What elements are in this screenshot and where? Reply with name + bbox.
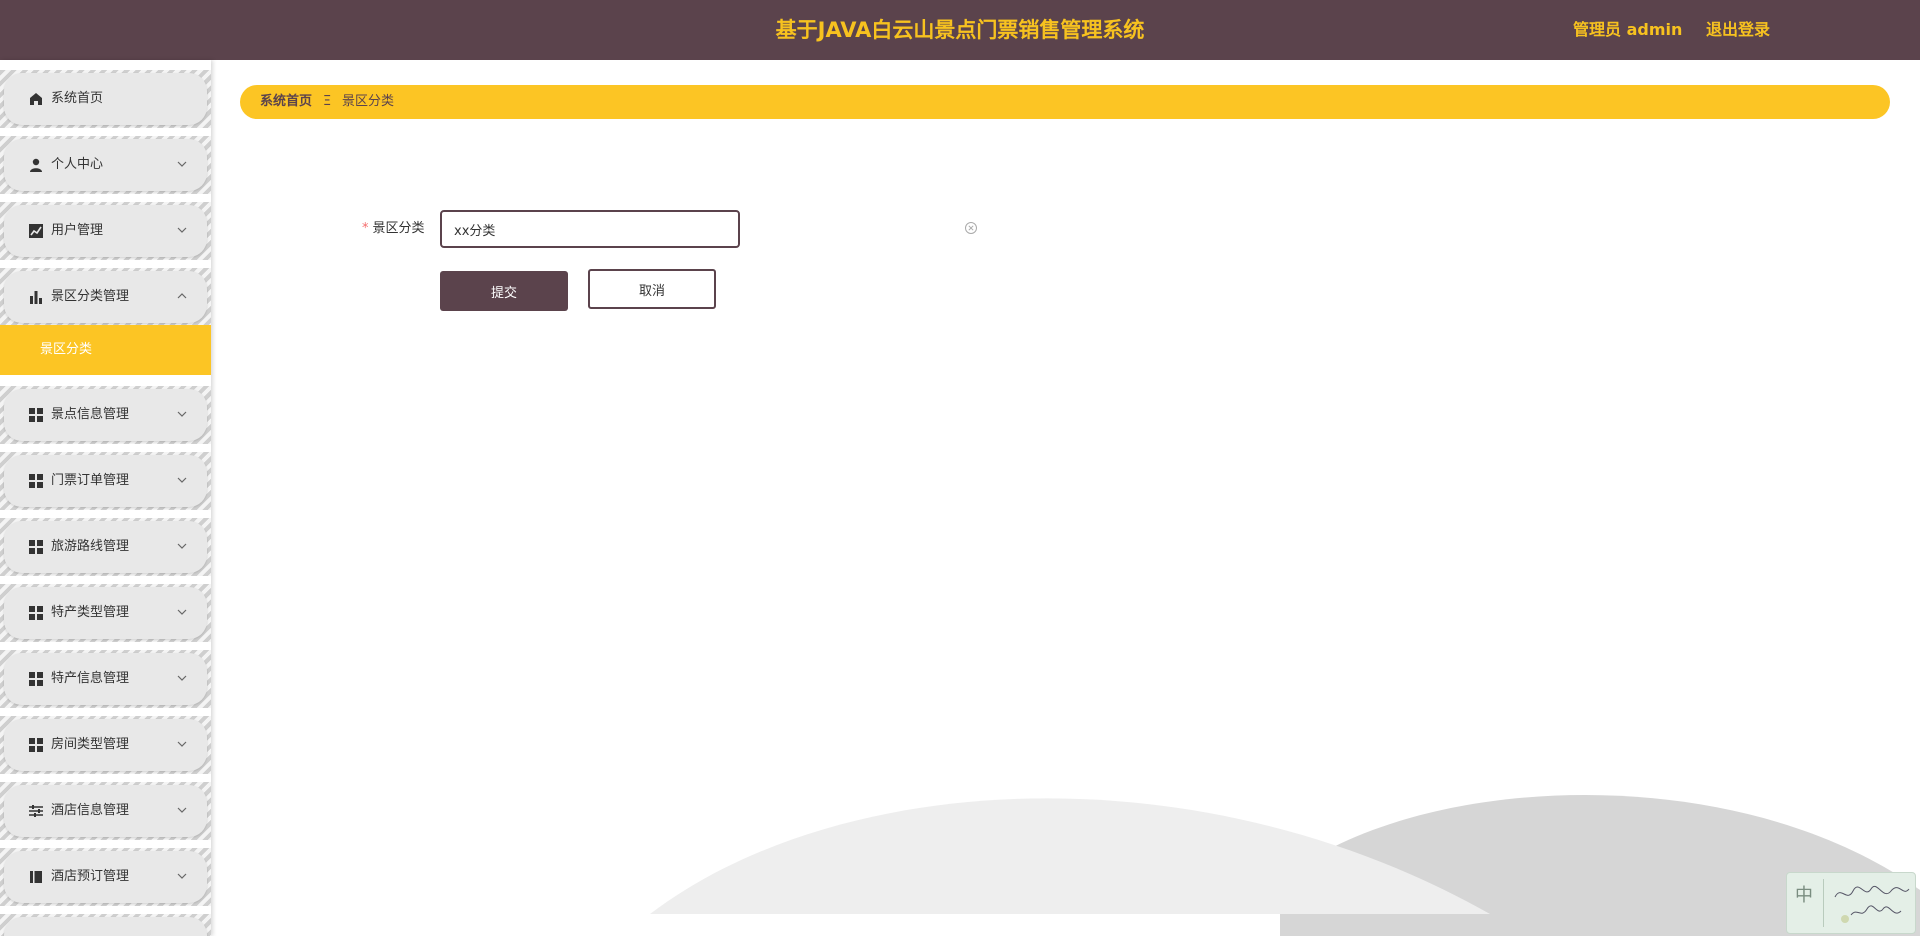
sidebar-item-specialty-info[interactable]: 特产信息管理 — [0, 650, 211, 708]
submit-button[interactable]: 提交 — [440, 271, 568, 311]
sidebar-item-specialty-types[interactable]: 特产类型管理 — [0, 584, 211, 642]
sidebar-item-scenic-info[interactable]: 景点信息管理 — [0, 386, 211, 444]
breadcrumb: 系统首页 Ξ 景区分类 — [240, 85, 1890, 119]
sidebar-item-label: 特产类型管理 — [51, 605, 130, 620]
sidebar-item-hotel-booking[interactable]: 酒店预订管理 — [0, 848, 211, 906]
chevron-down-icon — [177, 227, 187, 233]
cancel-button[interactable]: 取消 — [588, 269, 716, 309]
sidebar-item-label: 特产信息管理 — [51, 671, 130, 686]
home-icon — [30, 93, 42, 105]
grid-icon — [29, 540, 43, 554]
ime-widget[interactable]: 中 — [1786, 872, 1916, 934]
chevron-down-icon — [177, 741, 187, 747]
handwriting-icon — [1834, 886, 1910, 923]
clear-icon[interactable] — [964, 221, 978, 235]
sidebar-item-label: 个人中心 — [51, 157, 104, 172]
user-icon — [30, 158, 42, 172]
grid-icon — [29, 474, 43, 488]
chevron-down-icon — [177, 873, 187, 879]
chart-line-icon — [29, 224, 43, 238]
chevron-up-icon — [177, 293, 187, 299]
sidebar-item-more[interactable] — [0, 914, 211, 936]
sidebar-subitem-label: 景区分类 — [40, 342, 93, 357]
sidebar-item-travel-routes[interactable]: 旅游路线管理 — [0, 518, 211, 576]
grid-icon — [29, 738, 43, 752]
chevron-down-icon — [177, 477, 187, 483]
ime-mode-indicator: 中 — [1795, 885, 1813, 906]
sidebar-item-label: 门票订单管理 — [51, 473, 130, 488]
current-user: 管理员 admin — [1573, 20, 1683, 39]
sidebar-item-hotel-info[interactable]: 酒店信息管理 — [0, 782, 211, 840]
breadcrumb-current: 景区分类 — [342, 94, 395, 109]
required-mark: * — [362, 221, 369, 236]
sidebar-item-label: 酒店信息管理 — [51, 803, 130, 818]
sidebar-item-room-types[interactable]: 房间类型管理 — [0, 716, 211, 774]
sidebar-item-scenic-category[interactable]: 景区分类管理 — [0, 268, 211, 326]
sidebar-item-home[interactable]: 系统首页 — [0, 70, 211, 128]
chevron-down-icon — [177, 161, 187, 167]
scenic-category-label-text: 景区分类 — [372, 221, 425, 236]
chevron-down-icon — [177, 543, 187, 549]
sidebar-item-label: 系统首页 — [51, 91, 104, 106]
sidebar-item-label: 用户管理 — [51, 223, 104, 238]
grid-icon — [29, 672, 43, 686]
sidebar-subitem-scenic-category[interactable]: 景区分类 — [0, 325, 211, 375]
logout-link[interactable]: 退出登录 — [1706, 0, 1770, 60]
breadcrumb-home-link[interactable]: 系统首页 — [260, 85, 312, 119]
grid-icon — [29, 606, 43, 620]
top-header: 基于JAVA白云山景点门票销售管理系统 管理员 admin 退出登录 — [0, 0, 1920, 60]
breadcrumb-separator: Ξ — [323, 94, 332, 109]
sidebar-item-label: 景点信息管理 — [51, 407, 130, 422]
sidebar-item-label: 酒店预订管理 — [51, 869, 130, 884]
chevron-down-icon — [177, 807, 187, 813]
sidebar-item-label: 景区分类管理 — [51, 289, 130, 304]
chevron-down-icon — [177, 609, 187, 615]
hills-decoration — [650, 795, 1920, 936]
scenic-category-label: * 景区分类 — [362, 210, 425, 248]
sidebar-item-label: 房间类型管理 — [51, 737, 130, 752]
sidebar: 系统首页 个人中心 用户管理 景区分类管理 景区分类 景点信息管理 门票订单管理… — [0, 60, 211, 936]
sidebar-item-label: 旅游路线管理 — [51, 539, 130, 554]
grid-icon — [29, 408, 43, 422]
chevron-down-icon — [177, 675, 187, 681]
book-icon — [30, 871, 42, 883]
chevron-down-icon — [177, 411, 187, 417]
sidebar-item-users[interactable]: 用户管理 — [0, 202, 211, 260]
sidebar-item-profile[interactable]: 个人中心 — [0, 136, 211, 194]
sliders-icon — [29, 805, 43, 817]
sidebar-item-ticket-orders[interactable]: 门票订单管理 — [0, 452, 211, 510]
bar-chart-icon — [30, 291, 42, 304]
scenic-category-input[interactable] — [440, 210, 740, 248]
